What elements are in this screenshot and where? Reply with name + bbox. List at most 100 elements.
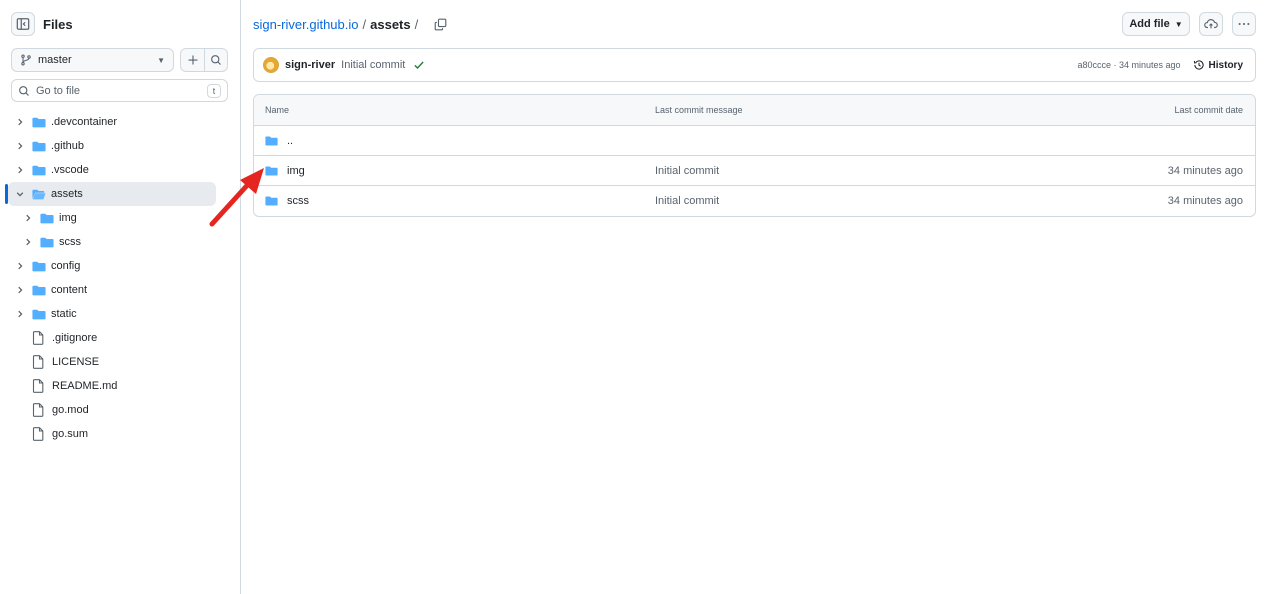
table-row[interactable]: scss Initial commit 34 minutes ago [254,186,1255,216]
directory-table: Name Last commit message Last commit dat… [253,94,1256,217]
top-actions: Add file ▼ [1122,12,1256,36]
table-header: Name Last commit message Last commit dat… [254,95,1255,126]
collapse-sidebar-button[interactable] [11,12,35,36]
go-to-file-input[interactable] [36,84,201,97]
shortcut-hint: t [207,83,221,98]
history-button[interactable]: History [1193,59,1243,71]
expand-toggle[interactable] [14,165,26,175]
branch-name: master [38,54,72,66]
row-name-cell: img [254,165,655,177]
chevron-right-icon [26,214,31,222]
column-header-name: Name [265,105,290,115]
row-name-cell: .. [254,135,655,147]
row-commit-date: 34 minutes ago [1167,164,1243,177]
commit-sha-and-time[interactable]: a80ccce · 34 minutes ago [1077,60,1180,70]
expand-toggle[interactable] [22,237,34,247]
expand-toggle[interactable] [22,213,34,223]
branch-row: master ▼ [11,48,228,72]
expand-toggle[interactable] [14,117,26,127]
folder-icon [32,165,46,175]
row-name-link[interactable]: .. [287,135,293,147]
expand-toggle[interactable] [14,285,26,295]
active-indicator [5,184,8,204]
plus-icon [188,55,197,65]
annotation-arrow-icon [209,168,264,227]
file-icon [32,403,44,417]
file-icon [32,427,44,441]
file-tree: .devcontainer .github .vscode assets img scss… [0,110,240,446]
table-row[interactable]: img Initial commit 34 minutes ago [254,156,1255,186]
folder-icon [40,237,54,247]
search-files-button[interactable] [204,49,227,71]
tree-folder-scss[interactable]: scss [0,230,240,254]
tree-file-go-sum[interactable]: go.sum [0,422,240,446]
tree-file-readme-md[interactable]: README.md [0,374,240,398]
tree-item-label: go.sum [52,428,89,440]
chevron-right-icon [18,262,23,270]
add-file-dropdown[interactable]: Add file ▼ [1122,12,1190,36]
folder-icon [32,309,46,319]
column-header-message: Last commit message [655,105,743,115]
commit-message[interactable]: Initial commit [341,59,405,71]
chevron-right-icon [18,310,23,318]
git-branch-icon [21,54,31,66]
tree-folder-github[interactable]: .github [0,134,240,158]
tree-file-go-mod[interactable]: go.mod [0,398,240,422]
tree-item-label: static [51,308,77,320]
row-name-link[interactable]: scss [287,195,309,207]
copy-path-button[interactable] [434,18,447,31]
file-icon [32,331,44,345]
expand-toggle[interactable] [14,189,26,199]
branch-selector[interactable]: master ▼ [11,48,174,72]
file-icon [32,355,44,369]
table-row[interactable]: .. [254,126,1255,156]
history-label: History [1208,59,1243,71]
tree-folder-vscode[interactable]: .vscode [0,158,240,182]
row-commit-message[interactable]: Initial commit [655,165,1055,177]
tree-folder-content[interactable]: content [0,278,240,302]
tree-folder-config[interactable]: config [0,254,240,278]
tree-item-label: config [51,260,81,272]
file-tree-sidebar: Files master ▼ t .devcontainer .github .vs… [0,0,241,594]
breadcrumb-current: assets [370,16,411,32]
row-commit-date: 34 minutes ago [1167,195,1243,207]
folder-icon [32,141,46,151]
tree-file-license[interactable]: LICENSE [0,350,240,374]
chevron-right-icon [26,238,31,246]
tree-item-label: .gitignore [52,332,98,344]
tree-folder-devcontainer[interactable]: .devcontainer [0,110,240,134]
row-name-cell: scss [254,195,655,207]
breadcrumb-repo-link[interactable]: sign-river.github.io [253,17,359,32]
tree-item-label: assets [51,188,83,200]
check-icon[interactable] [413,59,425,71]
file-icon [32,379,44,393]
tree-file-gitignore[interactable]: .gitignore [0,326,240,350]
tree-item-label: LICENSE [52,356,100,368]
kebab-horizontal-icon [1238,22,1250,26]
tree-folder-static[interactable]: static [0,302,240,326]
go-to-file-field[interactable]: t [11,79,228,102]
copy-icon [434,18,447,30]
column-header-date: Last commit date [1174,105,1243,115]
more-options-button[interactable] [1232,12,1256,36]
add-file-button[interactable] [181,49,204,71]
tree-folder-assets[interactable]: assets [5,182,216,206]
tree-folder-img[interactable]: img [0,206,240,230]
chevron-down-icon [16,192,24,197]
row-commit-message[interactable]: Initial commit [655,195,1055,207]
tree-item-label: README.md [52,380,118,392]
tree-item-label: content [51,284,88,296]
commit-author[interactable]: sign-river [285,59,335,71]
row-name-link[interactable]: img [287,165,305,177]
chevron-right-icon [18,118,23,126]
breadcrumb: sign-river.github.io / assets / [253,15,447,33]
breadcrumb-separator: / [414,16,419,32]
expand-toggle[interactable] [14,309,26,319]
expand-toggle[interactable] [14,141,26,151]
upload-button[interactable] [1199,12,1223,36]
folder-icon [32,285,46,295]
search-icon [19,85,29,96]
folder-icon [32,261,46,271]
avatar[interactable] [263,57,279,73]
expand-toggle[interactable] [14,261,26,271]
